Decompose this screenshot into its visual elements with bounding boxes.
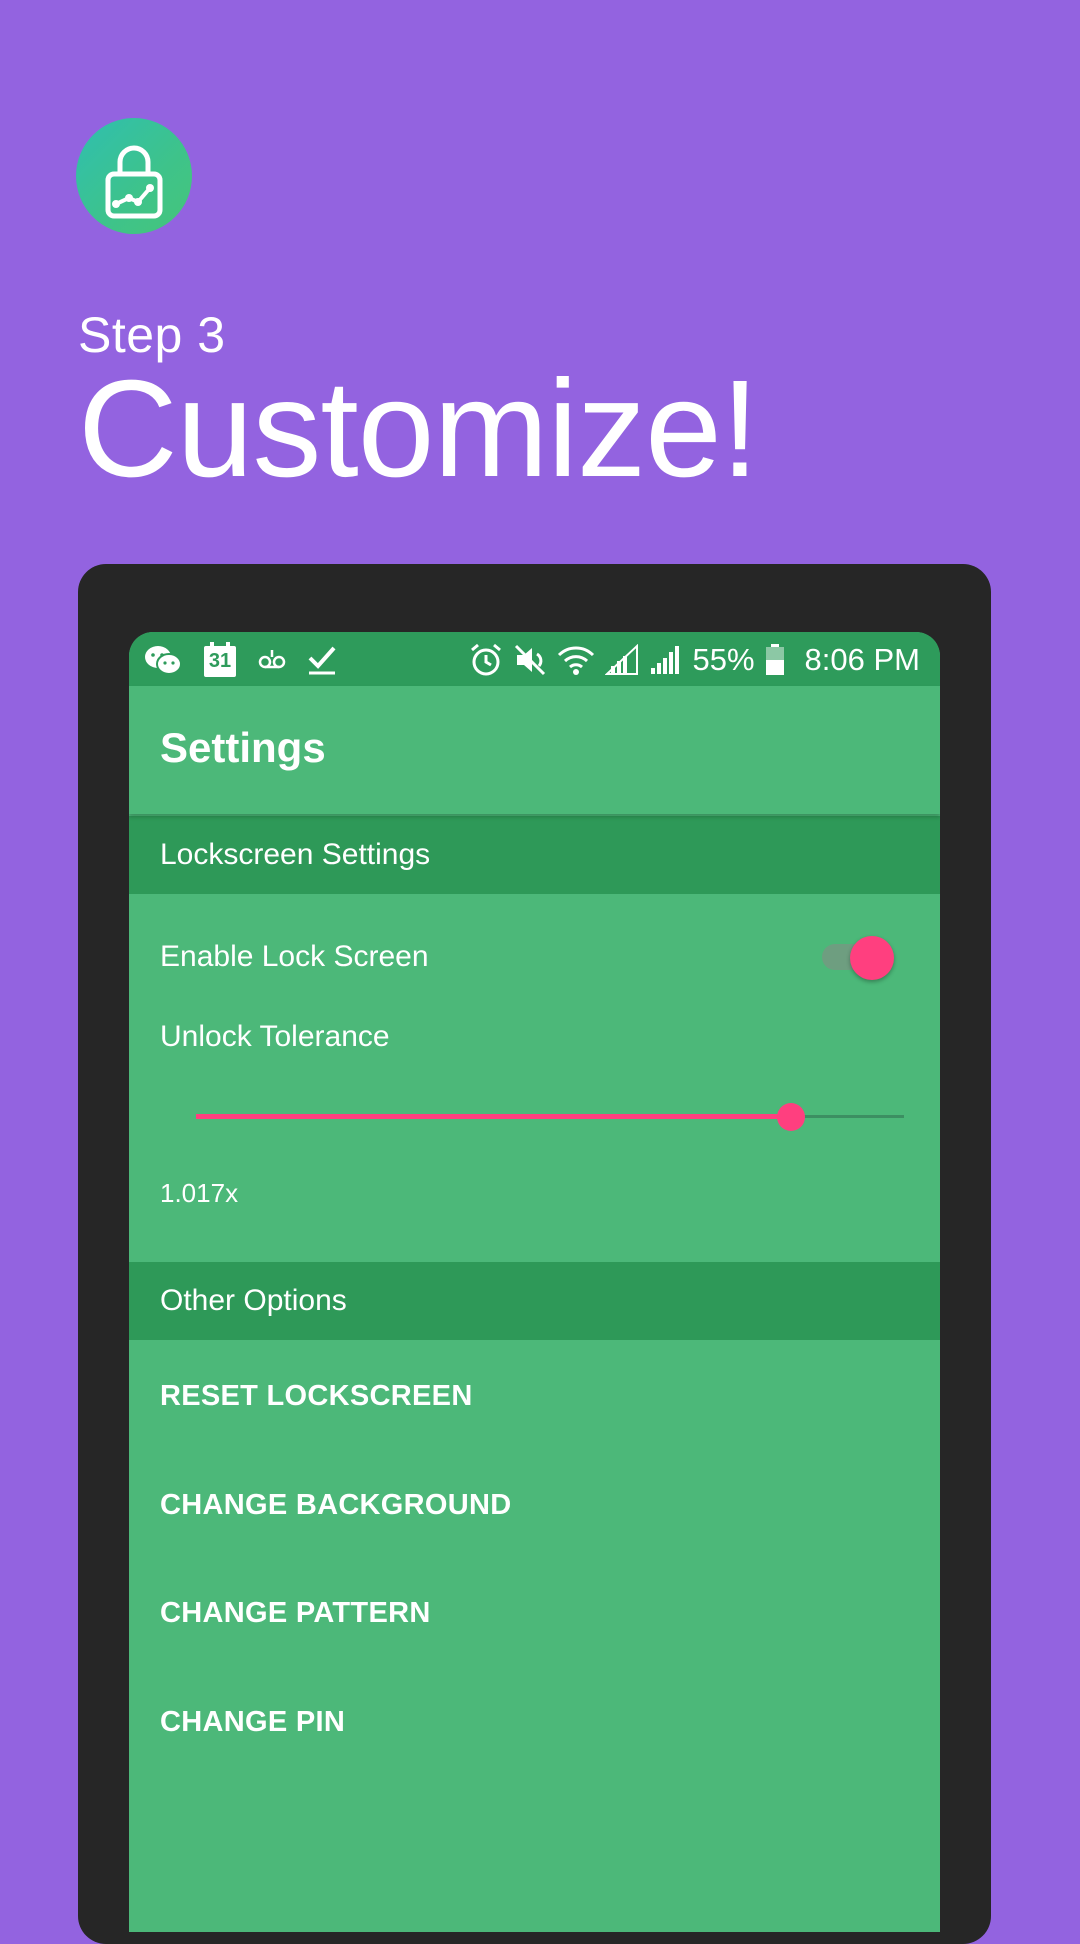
section-header-other-options: Other Options [129, 1262, 940, 1340]
alarm-icon [469, 643, 503, 677]
wechat-icon [143, 643, 183, 677]
change-pin-button[interactable]: CHANGE PIN [160, 1706, 345, 1739]
reset-lockscreen-button[interactable]: RESET LOCKSCREEN [160, 1380, 473, 1413]
signal-icon [649, 644, 683, 676]
app-logo [76, 118, 192, 234]
signal-icon [604, 644, 639, 676]
unlock-tolerance-slider-fill [196, 1114, 791, 1119]
battery-icon [765, 644, 785, 676]
calendar-day: 31 [208, 650, 232, 672]
status-time: 8:06 PM [804, 642, 920, 677]
phone-screen: 31 55% 8:06 PM Settings Lockscreen Setti… [129, 632, 940, 1932]
enable-lock-screen-row[interactable]: Enable Lock Screen [129, 926, 940, 990]
change-pattern-button[interactable]: CHANGE PATTERN [160, 1597, 431, 1630]
unlock-tolerance-label: Unlock Tolerance [160, 1020, 390, 1053]
lock-pattern-icon [105, 145, 163, 219]
mute-icon [513, 643, 547, 677]
section-title: Other Options [160, 1284, 347, 1317]
app-bar: Settings [129, 686, 940, 814]
section-header-lockscreen: Lockscreen Settings [129, 816, 940, 894]
battery-percent: 55% [692, 642, 755, 677]
promo-headline: Customize! [78, 352, 759, 506]
change-background-button[interactable]: CHANGE BACKGROUND [160, 1489, 512, 1522]
checkmark-icon [307, 644, 337, 676]
status-bar: 31 55% 8:06 PM [129, 632, 940, 686]
calendar-icon: 31 [203, 642, 237, 678]
wifi-icon [557, 644, 595, 676]
page-title: Settings [160, 724, 326, 771]
section-title: Lockscreen Settings [160, 838, 431, 871]
unlock-tolerance-value: 1.017x [160, 1178, 239, 1208]
enable-lock-screen-label: Enable Lock Screen [160, 940, 429, 973]
unlock-tolerance-slider-thumb[interactable] [776, 1103, 805, 1131]
enable-lock-screen-toggle[interactable] [850, 936, 894, 980]
voicemail-icon [257, 648, 287, 672]
